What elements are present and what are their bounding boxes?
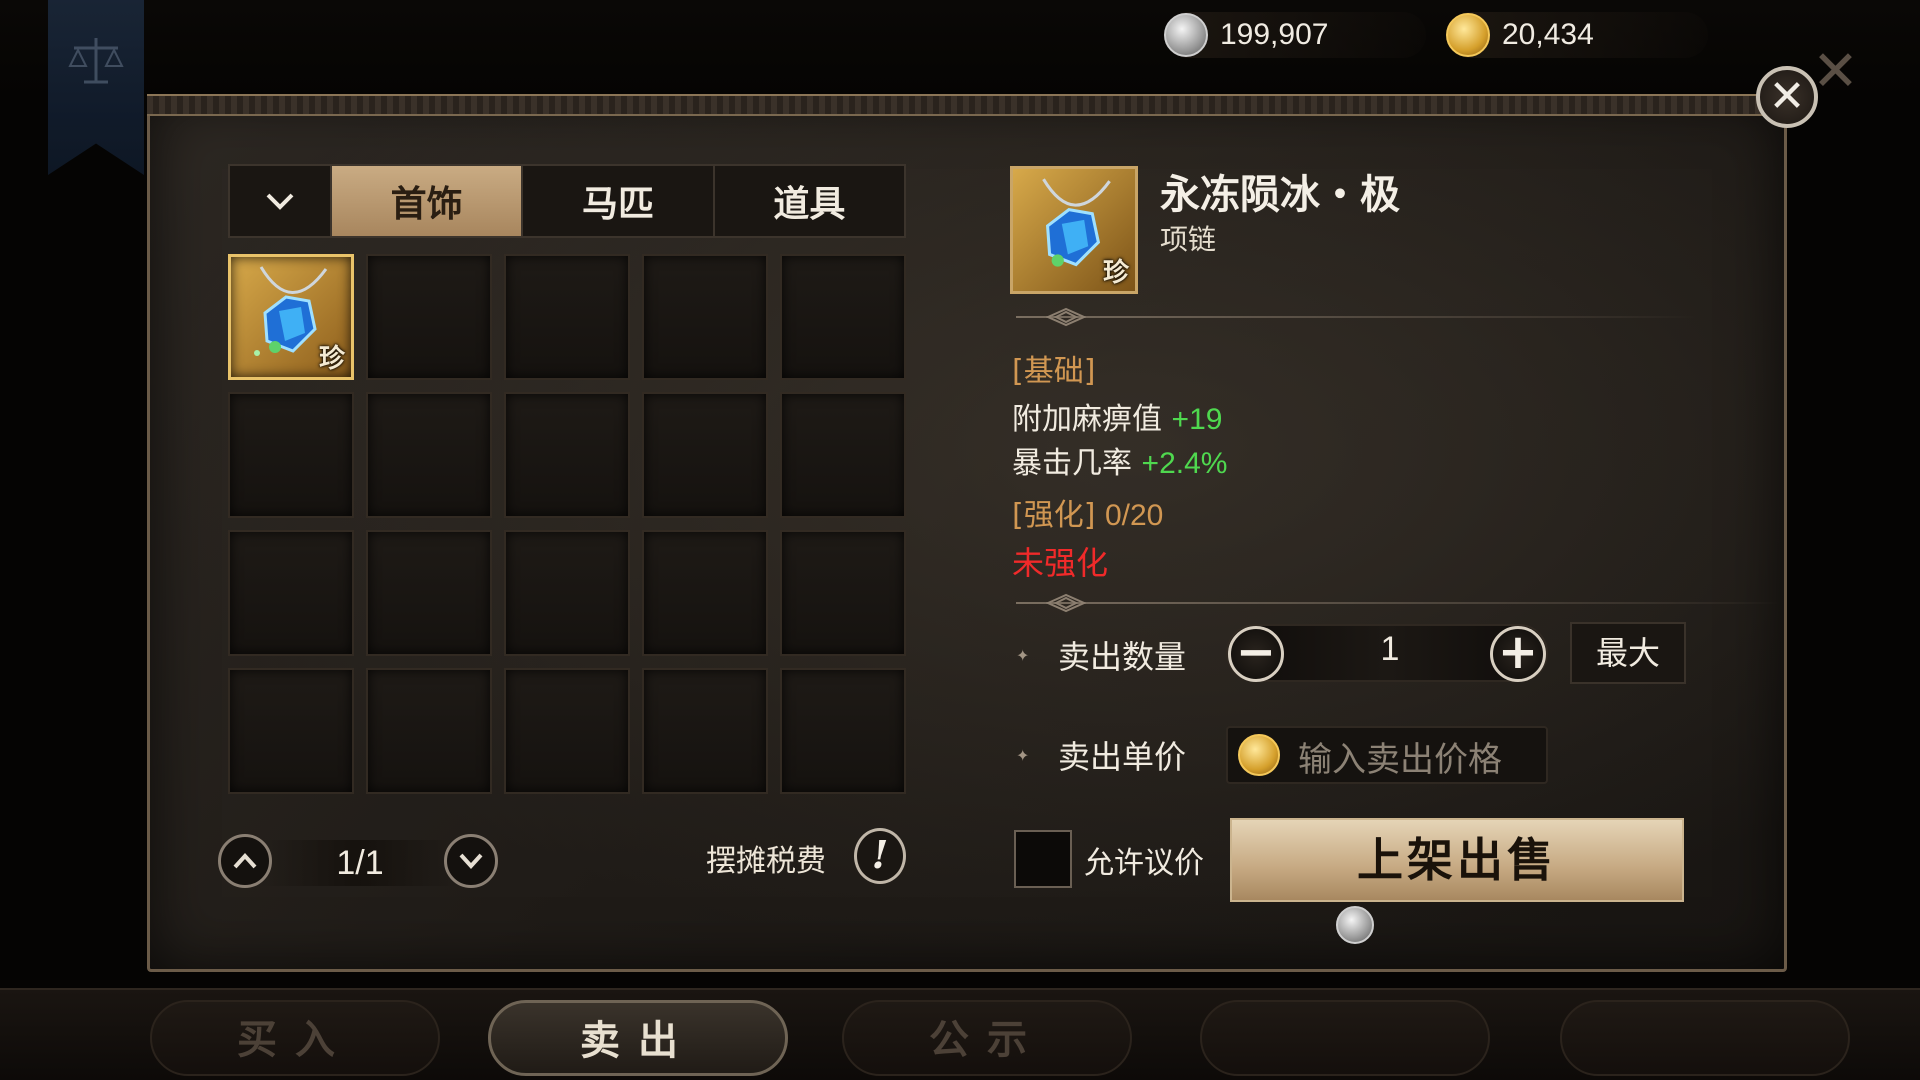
page-up-button[interactable] — [218, 834, 272, 888]
tax-info-button[interactable]: ! — [854, 828, 906, 884]
stat-value: +19 — [1171, 403, 1223, 436]
tab-sell[interactable]: 卖出 — [488, 1000, 788, 1076]
inventory-slot[interactable]: 珍 — [228, 254, 354, 380]
item-type: 项链 — [1160, 223, 1217, 256]
silver-currency: 199,907 — [1164, 12, 1328, 58]
list-for-sale-button[interactable]: 上架出售 — [1230, 818, 1684, 902]
enhance-section: [强化] 0/20 — [1012, 490, 1163, 534]
bullet-icon: ✦ — [1016, 746, 1030, 765]
inventory-slot[interactable] — [780, 668, 906, 794]
inventory-grid: 珍 — [228, 254, 908, 794]
stat-value: +2.4% — [1141, 447, 1228, 480]
stat-name: 附加麻痹值 — [1012, 402, 1162, 437]
quantity-label: 卖出数量 — [1058, 638, 1187, 676]
inventory-slot[interactable] — [504, 530, 630, 656]
tab-empty — [1560, 1000, 1850, 1076]
bullet-icon: ✦ — [1016, 646, 1030, 665]
inventory-slot[interactable] — [366, 392, 492, 518]
divider-ornament-icon — [1046, 307, 1086, 327]
increase-button[interactable]: + — [1490, 626, 1546, 682]
stat-name: 暴击几率 — [1012, 446, 1132, 481]
silver-coin-icon — [1336, 906, 1374, 944]
chevron-down-icon — [459, 853, 483, 869]
inventory-slot[interactable] — [504, 392, 630, 518]
decrease-button[interactable]: − — [1228, 626, 1284, 682]
enhance-header: [强化] — [1012, 498, 1096, 533]
tab-buy[interactable]: 买入 — [150, 1000, 440, 1076]
inventory-slot[interactable] — [642, 254, 768, 380]
inventory-slot[interactable] — [642, 668, 768, 794]
item-detail-icon: 珍 — [1010, 166, 1138, 294]
quantity-value[interactable]: 1 — [1340, 630, 1440, 669]
basic-section-header: [基础] — [1012, 354, 1096, 389]
tab-jewelry[interactable]: 首饰 — [332, 166, 524, 236]
page-indicator: 1/1 — [260, 840, 460, 886]
panel-top-border — [147, 94, 1787, 116]
inventory-slot[interactable] — [366, 668, 492, 794]
enhance-value: 0/20 — [1104, 499, 1164, 532]
chevron-up-icon — [233, 853, 257, 869]
inventory-slot[interactable] — [228, 668, 354, 794]
inventory-slot[interactable] — [780, 392, 906, 518]
scales-icon — [68, 38, 124, 84]
stat-row: 暴击几率 +2.4% — [1012, 438, 1227, 482]
inventory-slot[interactable] — [366, 254, 492, 380]
tab-horses[interactable]: 马匹 — [523, 166, 715, 236]
silver-coin-icon — [1164, 13, 1208, 57]
enhance-status: 未强化 — [1012, 544, 1109, 582]
gold-amount: 20,434 — [1502, 18, 1594, 51]
inventory-slot[interactable] — [642, 530, 768, 656]
allow-bargain-label: 允许议价 — [1084, 846, 1204, 881]
page-down-button[interactable] — [444, 834, 498, 888]
inventory-slot[interactable] — [780, 254, 906, 380]
tab-items[interactable]: 道具 — [715, 166, 904, 236]
inventory-slot[interactable] — [366, 530, 492, 656]
divider — [1016, 593, 1780, 613]
item-name: 永冻陨冰・极 — [1160, 171, 1400, 218]
close-button[interactable]: ✕ — [1756, 66, 1818, 128]
category-tabs: 首饰 马匹 道具 — [228, 164, 906, 238]
stall-tax-label: 摆摊税费 — [706, 844, 826, 879]
trade-banner — [48, 0, 144, 175]
silver-amount: 199,907 — [1220, 18, 1329, 51]
inventory-slot[interactable] — [642, 392, 768, 518]
max-button[interactable]: 最大 — [1570, 622, 1686, 684]
inventory-slot[interactable] — [504, 668, 630, 794]
price-label: 卖出单价 — [1058, 738, 1187, 776]
category-dropdown[interactable] — [230, 166, 332, 236]
divider-ornament-icon — [1046, 593, 1086, 613]
tab-announce[interactable]: 公示 — [842, 1000, 1132, 1076]
price-placeholder: 输入卖出价格 — [1298, 740, 1502, 780]
gold-currency: 20,434 — [1446, 12, 1594, 58]
divider — [1016, 307, 1696, 327]
gold-coin-icon — [1446, 13, 1490, 57]
gold-coin-icon — [1238, 734, 1280, 776]
rarity-mark: 珍 — [318, 344, 345, 374]
stat-row: 附加麻痹值 +19 — [1012, 394, 1222, 438]
inventory-slot[interactable] — [780, 530, 906, 656]
background-close-icon[interactable]: ✕ — [1812, 44, 1859, 100]
chevron-down-icon — [266, 193, 294, 210]
tab-empty — [1200, 1000, 1490, 1076]
inventory-slot[interactable] — [228, 392, 354, 518]
inventory-slot[interactable] — [228, 530, 354, 656]
allow-bargain-checkbox[interactable] — [1014, 830, 1072, 888]
rarity-mark: 珍 — [1102, 258, 1129, 288]
inventory-slot[interactable] — [504, 254, 630, 380]
